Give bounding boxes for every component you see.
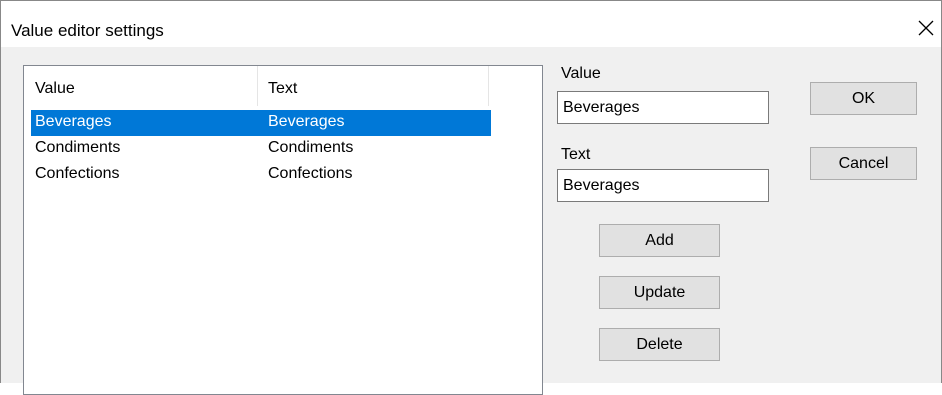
list-item-value: Beverages (35, 113, 112, 130)
cancel-button[interactable]: Cancel (810, 147, 917, 180)
list-item-text: Confections (268, 165, 353, 182)
list-header: Value Text (24, 66, 542, 106)
list-item[interactable]: Condiments Condiments (31, 136, 491, 162)
list-item-text: Condiments (268, 139, 354, 156)
column-divider[interactable] (257, 66, 258, 106)
column-divider[interactable] (488, 66, 489, 106)
close-icon (918, 20, 934, 36)
list-item[interactable]: Confections Confections (31, 162, 491, 188)
value-input[interactable] (557, 91, 769, 124)
close-button[interactable] (911, 13, 941, 43)
text-label: Text (561, 146, 591, 163)
list-item-text: Beverages (268, 113, 345, 130)
delete-button[interactable]: Delete (599, 328, 720, 361)
value-editor-dialog: Value editor settings Value Text Beverag… (0, 0, 942, 395)
dialog-title: Value editor settings (11, 21, 164, 40)
list-item[interactable]: Beverages Beverages (31, 110, 491, 136)
text-input[interactable] (557, 169, 769, 202)
title-bar: Value editor settings (1, 1, 941, 47)
value-label: Value (561, 65, 601, 82)
column-header-text[interactable]: Text (268, 80, 297, 98)
add-button[interactable]: Add (599, 224, 720, 257)
ok-button[interactable]: OK (810, 82, 917, 115)
column-header-value[interactable]: Value (35, 80, 75, 98)
list-item-value: Condiments (35, 139, 121, 156)
update-button[interactable]: Update (599, 276, 720, 309)
values-list[interactable]: Value Text Beverages Beverages Condiment… (23, 65, 543, 395)
list-item-value: Confections (35, 165, 120, 182)
